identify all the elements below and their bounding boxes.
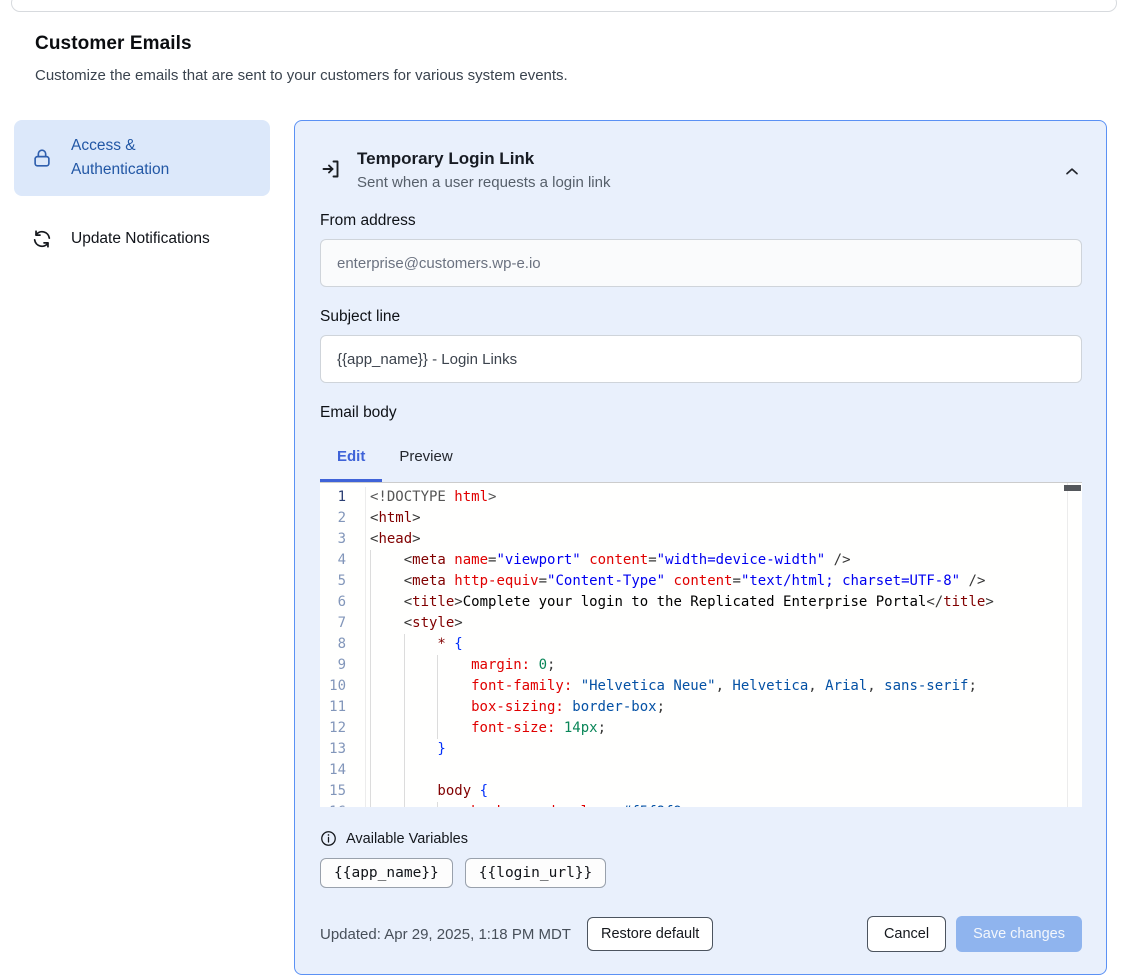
sidebar-item-label: Access & Authentication — [71, 134, 193, 182]
code-line: 15body { — [320, 781, 1082, 802]
editor-scrollbar-track — [1067, 483, 1068, 807]
code-line: 5<meta http-equiv="Content-Type" content… — [320, 571, 1082, 592]
from-address-input[interactable] — [320, 239, 1082, 287]
restore-default-button[interactable]: Restore default — [587, 917, 713, 951]
code-line: 12font-size: 14px; — [320, 718, 1082, 739]
updated-timestamp: Updated: Apr 29, 2025, 1:18 PM MDT — [320, 926, 571, 943]
refresh-icon — [30, 227, 54, 251]
code-line: 1<!DOCTYPE html> — [320, 487, 1082, 508]
code-editor[interactable]: 1<!DOCTYPE html>2<html>3<head>4<meta nam… — [320, 482, 1082, 807]
code-line: 14 — [320, 760, 1082, 781]
available-variables-label: Available Variables — [346, 831, 468, 847]
cutoff-card-above — [11, 0, 1117, 12]
save-changes-button[interactable]: Save changes — [956, 916, 1082, 952]
card-footer: Updated: Apr 29, 2025, 1:18 PM MDT Resto… — [320, 916, 1082, 952]
card-header: Temporary Login Link Sent when a user re… — [320, 149, 1082, 191]
email-body-tabs: Edit Preview — [320, 435, 1082, 482]
editor-scrollbar-thumb[interactable] — [1064, 485, 1081, 491]
subject-line-label: Subject line — [320, 308, 1082, 326]
email-types-sidebar: Access & Authentication Update Notificat… — [14, 120, 270, 282]
page-title: Customer Emails — [35, 33, 1093, 55]
info-icon — [320, 830, 337, 847]
code-line: 11box-sizing: border-box; — [320, 697, 1082, 718]
code-line: 6<title>Complete your login to the Repli… — [320, 592, 1082, 613]
page-subtitle: Customize the emails that are sent to yo… — [35, 67, 1093, 84]
tab-preview[interactable]: Preview — [382, 435, 469, 482]
variable-chips: {{app_name}} {{login_url}} — [320, 858, 1082, 888]
temporary-login-link-card: Temporary Login Link Sent when a user re… — [294, 120, 1107, 975]
code-line: 7<style> — [320, 613, 1082, 634]
code-editor-lines: 1<!DOCTYPE html>2<html>3<head>4<meta nam… — [320, 483, 1082, 807]
code-line: 10font-family: "Helvetica Neue", Helveti… — [320, 676, 1082, 697]
login-link-icon — [320, 157, 344, 181]
sidebar-item-label: Update Notifications — [71, 227, 210, 251]
code-line: 13} — [320, 739, 1082, 760]
code-line: 4<meta name="viewport" content="width=de… — [320, 550, 1082, 571]
lock-icon — [30, 146, 54, 170]
code-line: 16background-color: #f5f8f9; — [320, 802, 1082, 807]
from-address-label: From address — [320, 212, 1082, 230]
cancel-button[interactable]: Cancel — [867, 916, 946, 952]
sidebar-item-update-notifications[interactable]: Update Notifications — [14, 213, 270, 265]
variable-chip[interactable]: {{app_name}} — [320, 858, 453, 888]
chevron-up-icon[interactable] — [1062, 162, 1082, 182]
code-line: 2<html> — [320, 508, 1082, 529]
page-header: Customer Emails Customize the emails tha… — [35, 33, 1093, 84]
email-body-label: Email body — [320, 404, 1082, 422]
card-title: Temporary Login Link — [357, 149, 1062, 169]
code-line: 3<head> — [320, 529, 1082, 550]
subject-line-input[interactable] — [320, 335, 1082, 383]
card-subtitle: Sent when a user requests a login link — [357, 174, 1062, 191]
tab-edit[interactable]: Edit — [320, 435, 382, 482]
variable-chip[interactable]: {{login_url}} — [465, 858, 607, 888]
code-line: 9margin: 0; — [320, 655, 1082, 676]
sidebar-item-access-authentication[interactable]: Access & Authentication — [14, 120, 270, 196]
code-line: 8* { — [320, 634, 1082, 655]
